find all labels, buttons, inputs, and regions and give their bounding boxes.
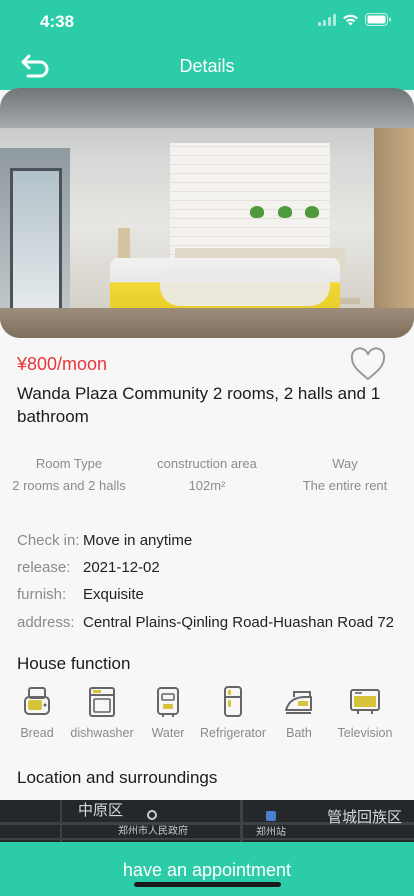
- train-station-icon: [266, 811, 276, 821]
- photo-door-frame: [374, 128, 414, 338]
- status-icons: [318, 13, 392, 26]
- wifi-icon: [343, 14, 358, 25]
- appointment-button-label: have an appointment: [122, 860, 292, 880]
- photo-floor: [0, 308, 414, 338]
- map-poi-icon: [147, 810, 157, 820]
- page-title: Details: [179, 56, 235, 76]
- photo-window-frame: [10, 168, 62, 318]
- spec-label: construction area: [157, 456, 257, 471]
- price: ¥800/moon: [17, 354, 108, 374]
- status-bar: 4:38: [0, 0, 414, 44]
- spec-way: Way The entire rent: [276, 456, 414, 493]
- photo-blanket: [160, 266, 330, 306]
- info-value: Central Plains-Qinling Road-Huashan Road…: [83, 614, 395, 631]
- water-heater-icon: [157, 687, 179, 717]
- location-map[interactable]: 中原区 管城回族区 郑州市人民政府 郑州站: [0, 800, 414, 844]
- info-row-check-in: Check in: Move in anytime: [17, 532, 407, 554]
- spec-construction-area: construction area 102m²: [138, 456, 276, 493]
- home-indicator: [134, 882, 281, 887]
- info-value: Move in anytime: [83, 532, 193, 549]
- iron-icon: [285, 691, 312, 714]
- toaster-icon: [24, 687, 50, 715]
- photo-plant: [250, 206, 264, 218]
- info-key: release:: [17, 559, 71, 576]
- signal-icon: [318, 13, 336, 26]
- spec-value: The entire rent: [302, 478, 388, 493]
- spec-label: Way: [332, 456, 358, 471]
- battery-icon: [365, 13, 391, 26]
- info-value: Exquisite: [83, 586, 144, 603]
- listing-photo[interactable]: [0, 88, 414, 338]
- function-item-television: Television: [325, 686, 405, 740]
- photo-ceiling: [0, 88, 414, 128]
- location-title: Location and surroundings: [17, 768, 218, 787]
- television-icon: [350, 689, 380, 714]
- info-row-address: address: Central Plains-Qinling Road-Hua…: [17, 614, 407, 636]
- listing-specs: Room Type 2 rooms and 2 halls constructi…: [0, 456, 414, 500]
- map-label: 郑州站: [256, 827, 286, 838]
- status-time: 4:38: [40, 12, 75, 31]
- info-row-furnish: furnish: Exquisite: [17, 586, 407, 608]
- spec-value: 102m²: [188, 478, 226, 493]
- photo-plant: [278, 206, 292, 218]
- house-function-list: Bread dishwasher Water Refrigerator Bath…: [0, 686, 414, 746]
- spec-room-type: Room Type 2 rooms and 2 halls: [0, 456, 138, 493]
- house-function-title: House function: [17, 654, 131, 673]
- map-road: [0, 838, 414, 840]
- heart-icon: [350, 347, 386, 381]
- header: 4:38 Details: [0, 0, 414, 90]
- info-key: Check in:: [17, 532, 80, 549]
- spec-value: 2 rooms and 2 halls: [12, 478, 126, 493]
- function-label: Television: [337, 726, 393, 740]
- map-label: 郑州市人民政府: [118, 826, 188, 837]
- info-row-release: release: 2021-12-02: [17, 559, 407, 581]
- dishwasher-icon: [89, 687, 115, 717]
- map-label: 中原区: [78, 802, 124, 819]
- info-key: furnish:: [17, 586, 67, 603]
- listing-title: Wanda Plaza Community 2 rooms, 2 halls a…: [17, 384, 381, 426]
- favorite-button[interactable]: [349, 346, 387, 382]
- photo-brick-wall: [170, 143, 330, 263]
- appointment-button[interactable]: have an appointment: [0, 842, 414, 896]
- map-label: 管城回族区: [327, 809, 403, 826]
- info-key: address:: [17, 614, 75, 631]
- spec-label: Room Type: [35, 456, 103, 471]
- refrigerator-icon: [224, 686, 242, 717]
- nav-bar: Details: [0, 46, 414, 86]
- photo-plant: [305, 206, 319, 218]
- info-value: 2021-12-02: [83, 559, 160, 576]
